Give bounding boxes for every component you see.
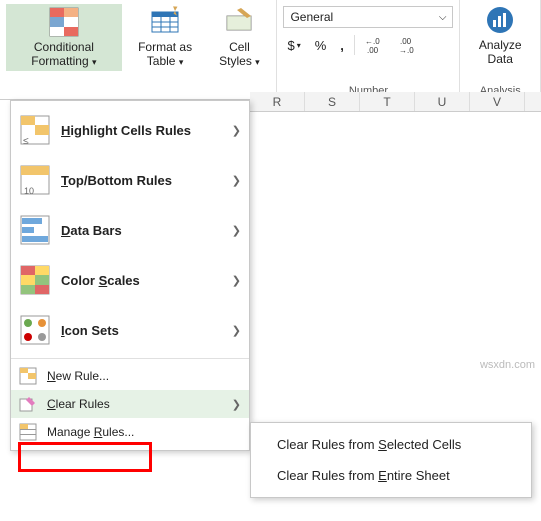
svg-text:.00: .00 — [367, 46, 379, 54]
number-format-select[interactable]: General ⌵ — [283, 6, 453, 28]
chevron-right-icon: ❯ — [232, 398, 241, 411]
menu-item-label: Color Scales — [61, 273, 232, 288]
menu-divider — [11, 358, 249, 359]
menu-item-label: Manage Rules... — [47, 425, 241, 439]
conditional-formatting-label: Conditional Formatting — [31, 40, 94, 68]
menu-item-label: Data Bars — [61, 223, 232, 238]
column-headers: R S T U V — [250, 92, 541, 112]
col-header[interactable]: V — [470, 92, 525, 111]
color-scales-icon — [19, 264, 51, 296]
menu-clear-rules[interactable]: Clear Rules ❯ — [11, 390, 249, 418]
decrease-decimal-icon: .00→.0 — [399, 36, 419, 54]
conditional-formatting-menu: ≤ Highlight Cells Rules ❯ 10 Top/Bottom … — [10, 100, 250, 451]
decrease-decimal-button[interactable]: .00→.0 — [395, 34, 423, 56]
menu-item-label: New Rule... — [47, 369, 241, 383]
chevron-right-icon: ❯ — [232, 174, 241, 187]
col-header[interactable]: R — [250, 92, 305, 111]
menu-item-label: Clear Rules — [47, 397, 232, 411]
analysis-group: Analyze Data Analysis — [460, 0, 541, 99]
increase-decimal-button[interactable]: ←.0.00 — [361, 34, 389, 56]
chevron-down-icon: ⌵ — [439, 12, 447, 23]
col-header[interactable]: U — [415, 92, 470, 111]
submenu-clear-selected[interactable]: Clear Rules from Selected Cells — [251, 429, 531, 460]
menu-color-scales[interactable]: Color Scales ❯ — [11, 255, 249, 305]
format-as-table-label: Format as Table — [138, 40, 192, 68]
svg-text:≤: ≤ — [23, 136, 29, 146]
menu-new-rule[interactable]: New Rule... — [11, 362, 249, 390]
cell-styles-icon — [223, 6, 255, 38]
format-as-table-button[interactable]: Format as Table ▾ — [122, 4, 209, 71]
svg-text:→.0: →.0 — [399, 46, 414, 54]
menu-item-label: Top/Bottom Rules — [61, 173, 232, 188]
chevron-right-icon: ❯ — [232, 224, 241, 237]
data-bars-icon — [19, 214, 51, 246]
col-header[interactable]: S — [305, 92, 360, 111]
new-rule-icon — [19, 367, 37, 385]
menu-top-bottom[interactable]: 10 Top/Bottom Rules ❯ — [11, 155, 249, 205]
menu-data-bars[interactable]: Data Bars ❯ — [11, 205, 249, 255]
analyze-data-label: Analyze Data — [470, 38, 530, 67]
submenu-clear-sheet[interactable]: Clear Rules from Entire Sheet — [251, 460, 531, 491]
svg-text:10: 10 — [24, 186, 34, 196]
format-as-table-icon — [149, 6, 181, 38]
manage-rules-icon — [19, 423, 37, 441]
watermark: wsxdn.com — [480, 359, 535, 371]
chevron-right-icon: ❯ — [232, 124, 241, 137]
cell-styles-button[interactable]: Cell Styles ▾ — [208, 4, 270, 71]
chevron-right-icon: ❯ — [232, 324, 241, 337]
conditional-formatting-icon — [48, 6, 80, 38]
clear-rules-submenu: Clear Rules from Selected Cells Clear Ru… — [250, 422, 532, 498]
menu-item-label: Icon Sets — [61, 323, 232, 338]
highlight-cells-icon: ≤ — [19, 114, 51, 146]
svg-text:←.0: ←.0 — [365, 37, 380, 46]
col-header[interactable]: T — [360, 92, 415, 111]
analyze-data-button[interactable]: Analyze Data — [466, 2, 534, 69]
menu-manage-rules[interactable]: Manage Rules... — [11, 418, 249, 446]
svg-text:.00: .00 — [400, 37, 412, 46]
number-format-value: General — [290, 10, 333, 24]
icon-sets-icon — [19, 314, 51, 346]
analyze-data-icon — [484, 4, 516, 36]
menu-highlight-cells[interactable]: ≤ Highlight Cells Rules ❯ — [11, 105, 249, 155]
top-bottom-icon: 10 — [19, 164, 51, 196]
menu-icon-sets[interactable]: Icon Sets ❯ — [11, 305, 249, 355]
comma-button[interactable]: , — [336, 36, 348, 55]
styles-group: Conditional Formatting ▾ Format as Table… — [0, 0, 277, 99]
percent-button[interactable]: % — [311, 36, 331, 55]
currency-button[interactable]: $ ▾ — [283, 36, 304, 55]
number-group: General ⌵ $ ▾ % , ←.0.00 .00→.0 Number — [277, 0, 460, 99]
conditional-formatting-button[interactable]: Conditional Formatting ▾ — [6, 4, 122, 71]
cell-styles-label: Cell Styles — [219, 40, 252, 68]
increase-decimal-icon: ←.0.00 — [365, 36, 385, 54]
chevron-right-icon: ❯ — [232, 274, 241, 287]
menu-item-label: Highlight Cells Rules — [61, 123, 232, 138]
ribbon: Conditional Formatting ▾ Format as Table… — [0, 0, 541, 100]
clear-rules-icon — [19, 395, 37, 413]
separator — [354, 35, 355, 55]
